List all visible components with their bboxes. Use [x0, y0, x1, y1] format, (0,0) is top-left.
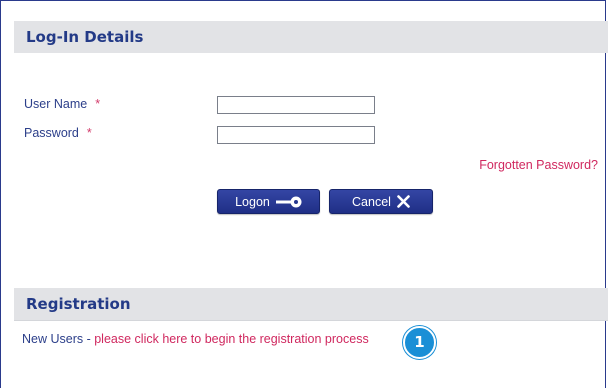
username-input[interactable]: [217, 96, 375, 114]
forgot-password-link[interactable]: Forgotten Password?: [479, 158, 598, 172]
password-label: Password *: [24, 126, 92, 140]
cancel-button-label: Cancel: [352, 194, 391, 209]
password-label-text: Password: [24, 126, 79, 140]
username-label-text: User Name: [24, 97, 88, 111]
registration-section-header: Registration: [14, 288, 608, 320]
callout-badge: 1: [403, 326, 436, 359]
username-label: User Name *: [24, 97, 100, 111]
logon-button[interactable]: Logon: [217, 189, 320, 214]
registration-link[interactable]: please click here to begin the registrat…: [94, 332, 368, 346]
required-marker: *: [95, 97, 101, 111]
logon-button-label: Logon: [235, 194, 270, 209]
registration-divider: [14, 320, 608, 321]
registration-line: New Users - please click here to begin t…: [22, 332, 369, 346]
login-section-header: Log-In Details: [14, 21, 608, 53]
password-input[interactable]: [217, 126, 375, 144]
required-marker: *: [86, 126, 92, 140]
new-users-text: New Users -: [22, 332, 95, 346]
key-icon: [275, 196, 302, 207]
cancel-button[interactable]: Cancel: [329, 189, 433, 214]
close-x-icon: [397, 195, 410, 208]
